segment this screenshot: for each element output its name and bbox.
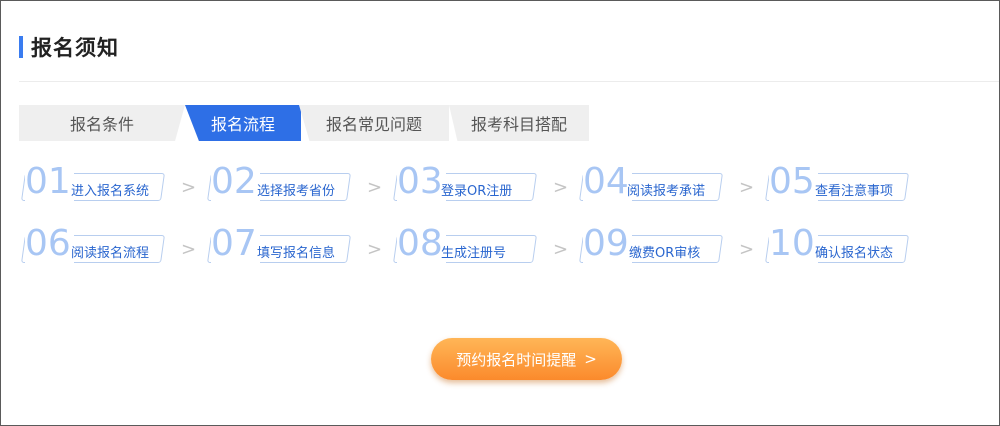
step-label: 选择报考省份 bbox=[257, 184, 336, 199]
step-item[interactable]: 06 阅读报名流程 bbox=[19, 224, 167, 266]
step-number: 02 bbox=[211, 162, 260, 202]
step-label: 生成注册号 bbox=[441, 246, 507, 261]
step-item[interactable]: 09 缴费OR审核 bbox=[577, 224, 725, 266]
tab-registration-conditions[interactable]: 报名条件 bbox=[19, 105, 185, 141]
page-title: 报名须知 bbox=[31, 36, 119, 60]
step-label: 进入报名系统 bbox=[71, 184, 150, 199]
chevron-right-icon: > bbox=[367, 239, 383, 260]
step-number: 01 bbox=[25, 162, 74, 202]
reminder-button[interactable]: 预约报名时间提醒 > bbox=[431, 338, 622, 380]
page-frame: 报名须知 报名条件 报名流程 报名常见问题 报考科目搭配 01 进入报名系统 >… bbox=[0, 0, 1000, 426]
step-number: 10 bbox=[769, 224, 818, 264]
step-number: 07 bbox=[211, 224, 260, 264]
header-divider bbox=[19, 81, 999, 82]
chevron-right-icon: > bbox=[181, 239, 197, 260]
step-item[interactable]: 04 阅读报考承诺 bbox=[577, 162, 725, 204]
step-number: 05 bbox=[769, 162, 818, 202]
tab-registration-process[interactable]: 报名流程 bbox=[185, 105, 301, 141]
chevron-right-icon: > bbox=[553, 177, 569, 198]
step-number: 06 bbox=[25, 224, 74, 264]
step-label: 确认报名状态 bbox=[815, 246, 894, 261]
chevron-right-icon: > bbox=[553, 239, 569, 260]
step-label: 缴费OR审核 bbox=[629, 246, 701, 261]
tab-label: 报名流程 bbox=[210, 115, 275, 134]
reminder-button-label: 预约报名时间提醒 bbox=[456, 350, 577, 369]
step-item[interactable]: 02 选择报考省份 bbox=[205, 162, 353, 204]
tab-label: 报名常见问题 bbox=[325, 115, 422, 134]
tab-label: 报考科目搭配 bbox=[470, 115, 567, 134]
step-label: 查看注意事项 bbox=[815, 184, 894, 199]
step-item[interactable]: 10 确认报名状态 bbox=[763, 224, 911, 266]
step-number: 09 bbox=[583, 224, 632, 264]
step-number: 08 bbox=[397, 224, 446, 264]
step-item[interactable]: 08 生成注册号 bbox=[391, 224, 539, 266]
chevron-right-icon: > bbox=[367, 177, 383, 198]
tab-registration-faq[interactable]: 报名常见问题 bbox=[299, 105, 449, 141]
step-label: 阅读报考承诺 bbox=[627, 184, 706, 199]
tab-label: 报名条件 bbox=[69, 115, 134, 134]
step-label: 阅读报名流程 bbox=[71, 246, 150, 261]
title-accent-bar bbox=[19, 36, 23, 58]
step-number: 03 bbox=[397, 162, 446, 202]
step-item[interactable]: 05 查看注意事项 bbox=[763, 162, 911, 204]
chevron-right-icon: > bbox=[181, 177, 197, 198]
step-label: 填写报名信息 bbox=[257, 246, 336, 261]
chevron-right-icon: > bbox=[739, 239, 755, 260]
step-item[interactable]: 07 填写报名信息 bbox=[205, 224, 353, 266]
tab-subject-combination[interactable]: 报考科目搭配 bbox=[449, 105, 589, 141]
section-header: 报名须知 bbox=[19, 34, 119, 60]
step-label: 登录OR注册 bbox=[441, 184, 513, 199]
step-item[interactable]: 01 进入报名系统 bbox=[19, 162, 167, 204]
step-item[interactable]: 03 登录OR注册 bbox=[391, 162, 539, 204]
chevron-right-icon: > bbox=[584, 350, 597, 368]
chevron-right-icon: > bbox=[739, 177, 755, 198]
step-number: 04 bbox=[583, 162, 632, 202]
